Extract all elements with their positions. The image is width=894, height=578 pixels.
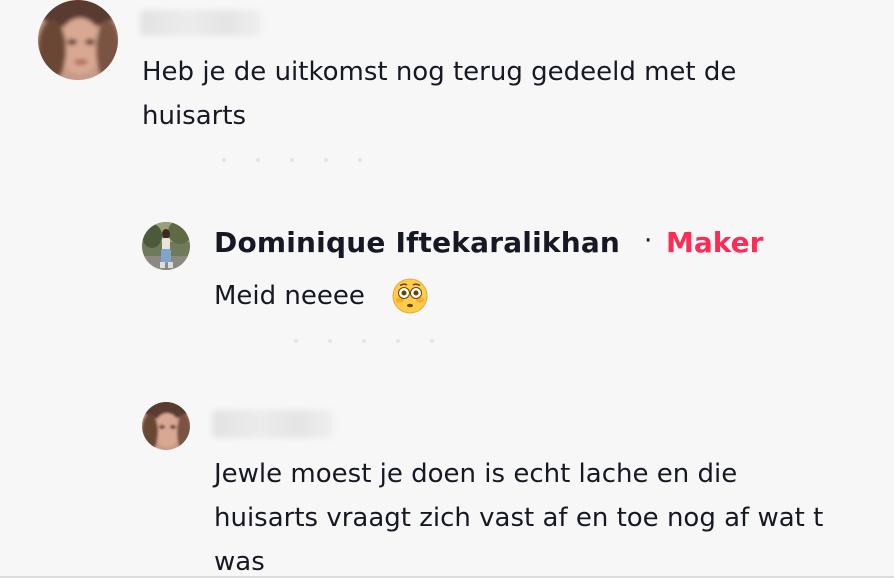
maker-badge: Maker [666, 226, 764, 259]
comment-text-line-1: Heb je de uitkomst nog terug gedeeld met… [142, 57, 737, 87]
commenter-name-redacted[interactable] [140, 10, 262, 36]
flushed-face-emoji [392, 278, 428, 314]
comment-thread: Heb je de uitkomst nog terug gedeeld met… [0, 0, 894, 578]
commenter-name-redacted[interactable] [212, 410, 334, 438]
reply-text-line-3: was [214, 547, 265, 577]
creator-avatar[interactable] [142, 222, 190, 270]
reply-text: Meid neeee [214, 281, 365, 311]
comment-text-line-2: huisarts [142, 101, 247, 131]
commenter-avatar[interactable] [38, 0, 118, 80]
commenter-avatar-small[interactable] [142, 402, 190, 450]
creator-username[interactable]: Dominique Iftekaralikhan [214, 226, 620, 259]
reply-text-line-2: huisarts vraagt zich vast af en toe nog … [214, 503, 824, 533]
comment-meta-faded [222, 155, 362, 165]
reply-text-line-1: Jewle moest je doen is echt lache en die [214, 459, 738, 489]
name-separator: · [644, 226, 653, 256]
reply-meta-faded [294, 336, 434, 346]
